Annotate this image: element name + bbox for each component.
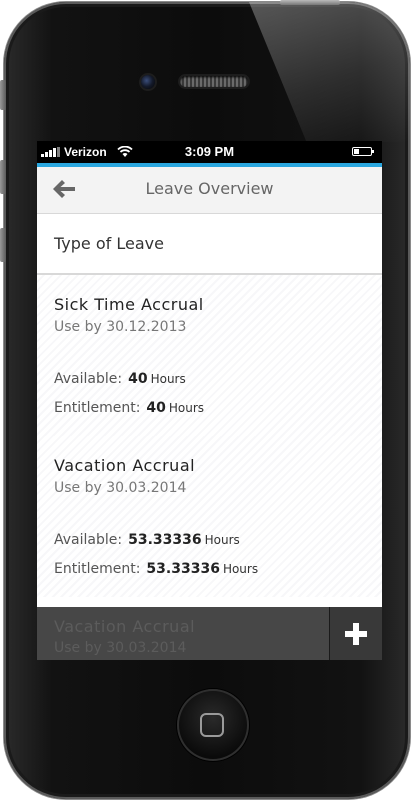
entitlement-unit: Hours	[168, 401, 205, 415]
available-value: 40	[128, 371, 148, 387]
plus-icon	[345, 622, 367, 645]
front-camera	[141, 75, 155, 89]
available-unit: Hours	[204, 533, 240, 547]
screen-glare	[249, 2, 410, 142]
leave-card[interactable]: Vacation Accrual Use by 30.03.2014 Avail…	[37, 436, 382, 598]
nav-header: Leave Overview	[37, 167, 382, 214]
sleep-button[interactable]	[280, 0, 340, 5]
leave-use-by: Use by 30.03.2014	[54, 480, 187, 496]
available-label: Available:	[54, 371, 123, 387]
leave-card[interactable]: Sick Time Accrual Use by 30.12.2013 Avai…	[37, 275, 382, 437]
entitlement-value: 40	[146, 400, 166, 416]
earpiece-speaker	[180, 76, 248, 87]
app-screen: Verizon 3:09 PM Leave Overview Type of L…	[37, 141, 382, 660]
bottom-toolbar: Vacation Accrual Use by 30.03.2014	[37, 607, 382, 660]
entitlement-row: Entitlement: 53.33336 Hours	[54, 561, 258, 577]
leave-name: Vacation Accrual	[54, 617, 196, 636]
entitlement-row: Entitlement: 40 Hours	[54, 400, 204, 416]
volume-up-button[interactable]	[0, 160, 6, 194]
battery-icon	[352, 147, 374, 156]
available-unit: Hours	[150, 372, 186, 386]
leave-name: Vacation Accrual	[54, 456, 196, 475]
leave-name: Sick Time Accrual	[54, 295, 204, 314]
status-time: 3:09 PM	[184, 144, 235, 159]
leave-use-by: Use by 30.03.2014	[54, 640, 187, 656]
section-header: Type of Leave	[37, 214, 382, 275]
available-value: 53.33336	[128, 532, 202, 548]
add-leave-button[interactable]	[329, 607, 382, 660]
entitlement-value: 53.33336	[146, 561, 220, 577]
home-square-icon	[200, 713, 224, 737]
entitlement-label: Entitlement:	[54, 561, 141, 577]
available-row: Available: 53.33336 Hours	[54, 532, 240, 548]
leave-use-by: Use by 30.12.2013	[54, 319, 187, 335]
status-bar: Verizon 3:09 PM	[37, 141, 382, 163]
entitlement-unit: Hours	[222, 562, 259, 576]
page-title: Leave Overview	[145, 179, 274, 198]
volume-down-button[interactable]	[0, 228, 6, 262]
entitlement-label: Entitlement:	[54, 400, 141, 416]
mute-switch[interactable]	[0, 80, 6, 110]
available-row: Available: 40 Hours	[54, 371, 186, 387]
section-title: Type of Leave	[54, 234, 164, 253]
available-label: Available:	[54, 532, 123, 548]
